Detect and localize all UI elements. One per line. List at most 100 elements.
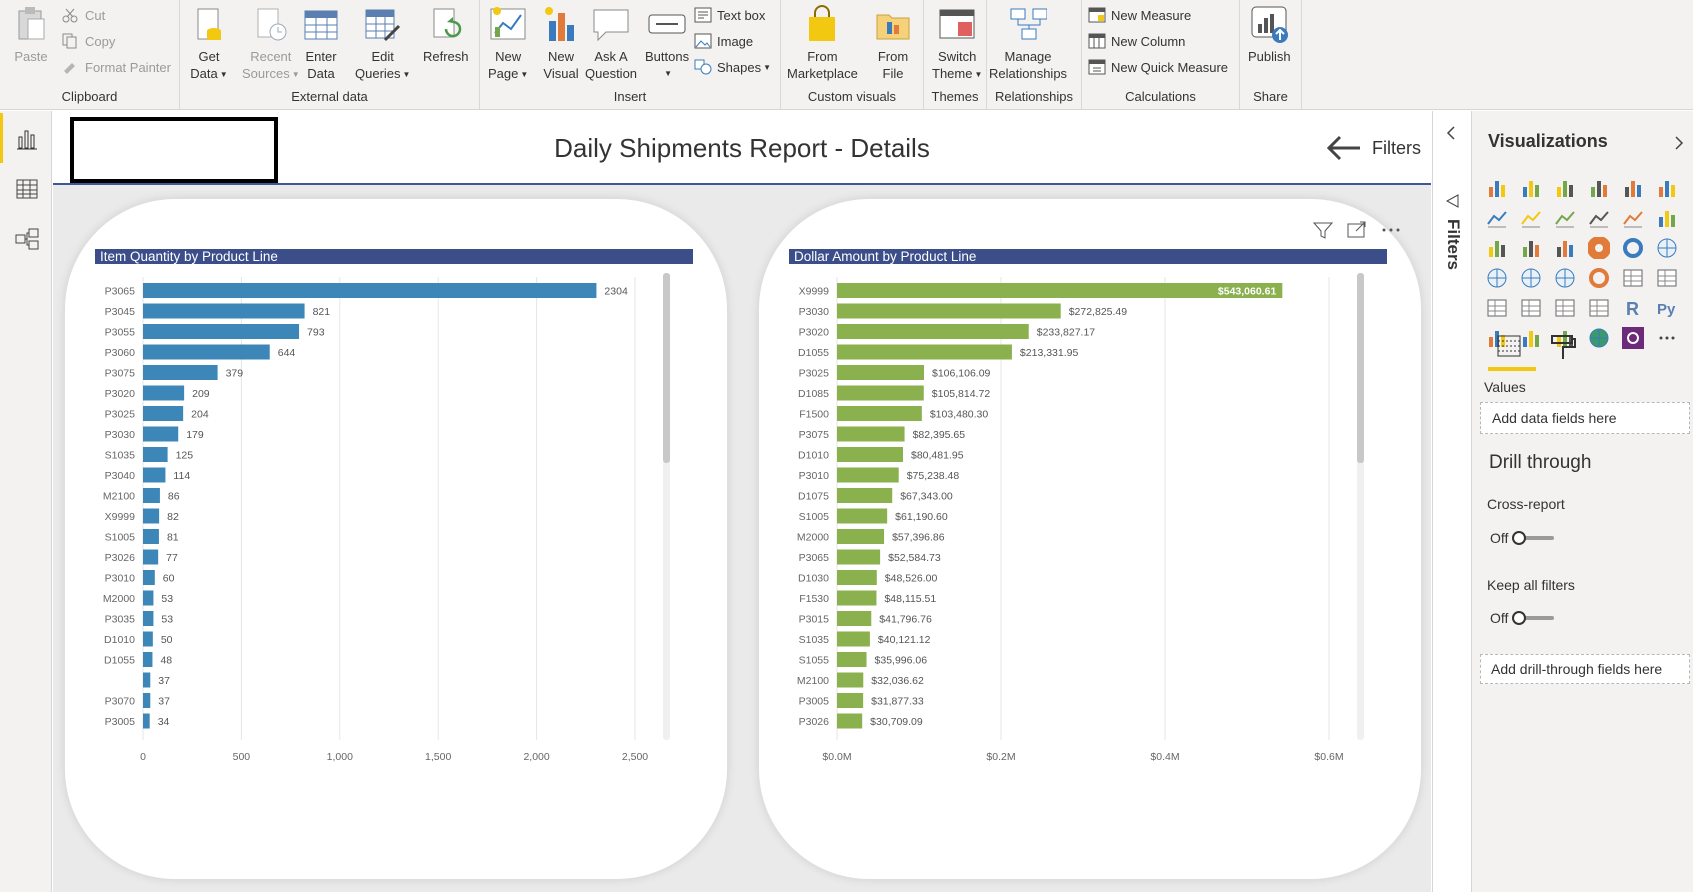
bar[interactable] bbox=[143, 344, 270, 360]
bar[interactable] bbox=[837, 508, 888, 524]
format-painter-button[interactable]: Format Painter bbox=[62, 57, 171, 77]
map-icon[interactable] bbox=[1486, 267, 1520, 297]
bar[interactable] bbox=[143, 426, 179, 442]
bar[interactable] bbox=[837, 365, 925, 380]
bar[interactable] bbox=[837, 590, 877, 606]
from-file-button[interactable]: From File bbox=[874, 4, 912, 82]
bar[interactable] bbox=[143, 672, 151, 688]
bar[interactable] bbox=[837, 570, 877, 585]
new-column-button[interactable]: New Column bbox=[1088, 31, 1185, 51]
filled-map-icon[interactable] bbox=[1520, 267, 1554, 297]
bar[interactable] bbox=[143, 406, 184, 421]
bar[interactable] bbox=[143, 385, 185, 401]
clustered-column-chart-icon[interactable] bbox=[1588, 177, 1622, 207]
python-visual-icon[interactable]: Py bbox=[1656, 297, 1690, 327]
from-marketplace-button[interactable]: From Marketplace bbox=[787, 4, 858, 82]
bar[interactable] bbox=[143, 549, 159, 565]
new-quick-measure-button[interactable]: New Quick Measure bbox=[1088, 57, 1228, 77]
fields-tab-icon[interactable] bbox=[1494, 333, 1524, 361]
scatter-chart-icon[interactable] bbox=[1554, 237, 1588, 267]
custom-visual-icon[interactable] bbox=[1622, 327, 1656, 357]
switch-theme-button[interactable]: Switch Theme ▼ bbox=[932, 4, 982, 83]
bar[interactable] bbox=[837, 324, 1029, 339]
funnel-chart-icon[interactable] bbox=[1520, 237, 1554, 267]
cross-report-toggle[interactable]: Off bbox=[1490, 530, 1555, 546]
shape-map-icon[interactable] bbox=[1554, 267, 1588, 297]
arcgis-map-icon[interactable] bbox=[1588, 327, 1622, 357]
bar[interactable] bbox=[837, 426, 905, 442]
copy-button[interactable]: Copy bbox=[62, 31, 115, 51]
bar[interactable] bbox=[837, 447, 903, 462]
filters-back-button[interactable]: Filters bbox=[1324, 133, 1421, 163]
model-view-icon[interactable] bbox=[15, 227, 39, 251]
bar[interactable] bbox=[143, 611, 154, 626]
bar[interactable] bbox=[143, 447, 168, 462]
bar[interactable] bbox=[837, 344, 1012, 360]
get-data-button[interactable]: Get Data ▼ bbox=[190, 4, 228, 83]
treemap-icon[interactable] bbox=[1656, 237, 1690, 267]
bar[interactable] bbox=[143, 488, 160, 503]
dollar-amount-visual[interactable]: Dollar Amount by Product Line $0.0M $0.2M… bbox=[759, 199, 1421, 879]
bar[interactable] bbox=[143, 693, 151, 708]
bar[interactable] bbox=[143, 467, 166, 483]
filters-pane[interactable]: Filters bbox=[1432, 111, 1470, 892]
donut-chart-icon[interactable] bbox=[1622, 237, 1656, 267]
data-view-icon[interactable] bbox=[15, 177, 39, 201]
refresh-button[interactable]: Refresh bbox=[423, 4, 469, 65]
bar[interactable] bbox=[837, 385, 924, 401]
bar[interactable] bbox=[837, 467, 899, 483]
stacked-column-chart-icon[interactable] bbox=[1520, 177, 1554, 207]
more-visuals-icon[interactable] bbox=[1656, 327, 1690, 357]
multi-row-card-icon[interactable] bbox=[1656, 267, 1690, 297]
manage-relationships-button[interactable]: Manage Relationships bbox=[989, 4, 1067, 82]
table-visual-icon[interactable] bbox=[1554, 297, 1588, 327]
bar[interactable] bbox=[837, 406, 922, 421]
slicer-icon[interactable] bbox=[1520, 297, 1554, 327]
bar[interactable] bbox=[837, 488, 893, 503]
new-page-button[interactable]: New Page ▼ bbox=[488, 4, 528, 83]
r-visual-icon[interactable]: R bbox=[1622, 297, 1656, 327]
waterfall-chart-icon[interactable] bbox=[1486, 237, 1520, 267]
publish-button[interactable]: Publish bbox=[1248, 4, 1291, 65]
format-paint-roller-icon[interactable] bbox=[1548, 333, 1578, 363]
bar[interactable] bbox=[837, 549, 881, 565]
focus-mode-icon[interactable] bbox=[1347, 221, 1367, 239]
chevron-left-icon[interactable] bbox=[1443, 125, 1459, 141]
pie-chart-icon[interactable] bbox=[1587, 236, 1622, 267]
bar[interactable] bbox=[143, 713, 150, 729]
bar[interactable] bbox=[143, 283, 597, 298]
card-icon[interactable] bbox=[1622, 267, 1656, 297]
values-field-well[interactable]: Add data fields here bbox=[1480, 402, 1690, 434]
buttons-button[interactable]: Buttons ▼ bbox=[645, 4, 689, 82]
bar[interactable] bbox=[837, 283, 1283, 298]
bar[interactable] bbox=[143, 590, 154, 606]
clustered-bar-chart-icon[interactable] bbox=[1554, 177, 1588, 207]
area-chart-icon[interactable] bbox=[1520, 207, 1554, 237]
bar[interactable] bbox=[837, 303, 1061, 319]
bar[interactable] bbox=[837, 529, 885, 544]
filter-icon[interactable] bbox=[1313, 221, 1333, 239]
drill-through-field-well[interactable]: Add drill-through fields here bbox=[1480, 654, 1690, 684]
line-stacked-column-chart-icon[interactable] bbox=[1622, 207, 1656, 237]
stacked-bar-chart-icon[interactable] bbox=[1486, 177, 1520, 207]
bar[interactable] bbox=[143, 631, 153, 647]
bar[interactable] bbox=[143, 365, 218, 380]
100-stacked-bar-chart-icon[interactable] bbox=[1622, 177, 1656, 207]
enter-data-button[interactable]: Enter Data bbox=[302, 4, 340, 82]
recent-sources-button[interactable]: Recent Sources ▼ bbox=[242, 4, 300, 83]
bar[interactable] bbox=[143, 303, 305, 319]
text-box-button[interactable]: Text box bbox=[694, 5, 765, 25]
bar[interactable] bbox=[143, 508, 160, 524]
chevron-right-icon[interactable] bbox=[1672, 135, 1686, 151]
new-visual-button[interactable]: New Visual bbox=[542, 4, 580, 82]
bar[interactable] bbox=[837, 611, 872, 626]
gauge-icon[interactable] bbox=[1588, 267, 1622, 297]
line-chart-icon[interactable] bbox=[1486, 207, 1520, 237]
cut-button[interactable]: Cut bbox=[62, 5, 105, 25]
bar[interactable] bbox=[837, 652, 867, 667]
bar[interactable] bbox=[143, 324, 300, 339]
item-quantity-visual[interactable]: Item Quantity by Product Line 0 500 1,000 1… bbox=[65, 199, 727, 879]
new-measure-button[interactable]: New Measure bbox=[1088, 5, 1191, 25]
report-view-icon[interactable] bbox=[15, 127, 39, 151]
paste-button[interactable]: Paste bbox=[12, 4, 50, 65]
